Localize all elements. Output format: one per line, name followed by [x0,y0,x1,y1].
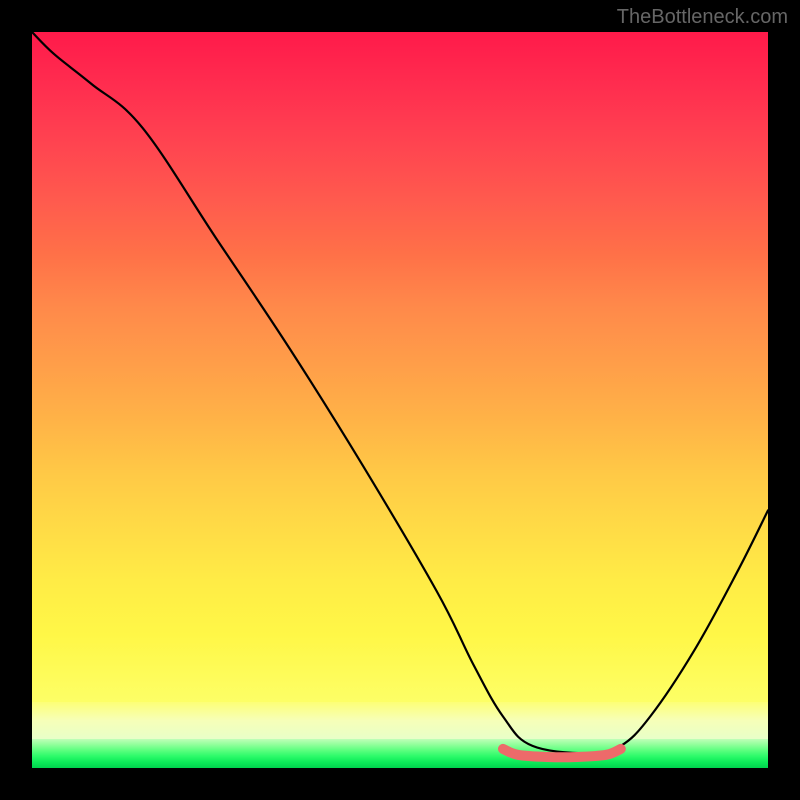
watermark-label: TheBottleneck.com [617,6,788,29]
bottleneck-curve-path [32,32,768,753]
optimal-band-path [503,749,621,757]
chart-svg [32,32,768,768]
chart-plot-area [32,32,768,768]
